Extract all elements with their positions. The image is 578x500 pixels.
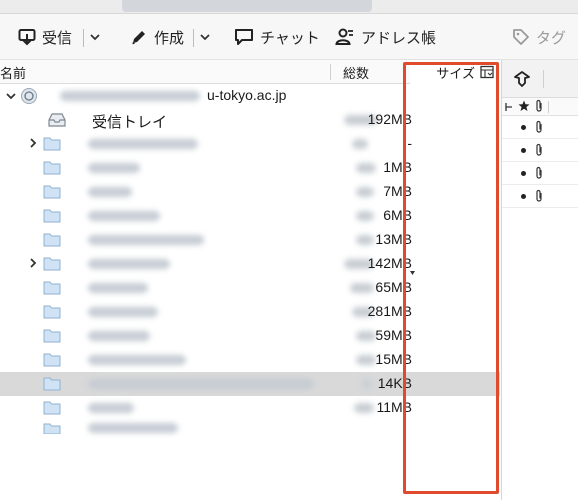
- message-row[interactable]: [502, 162, 578, 185]
- attachment-icon: [534, 143, 544, 157]
- blurred-count: [356, 355, 376, 365]
- message-list-pane: [501, 60, 578, 500]
- toolbar-separator: [193, 29, 194, 47]
- account-host: u-tokyo.ac.jp: [207, 87, 287, 103]
- attachment-icon: [534, 120, 544, 134]
- write-button[interactable]: 作成: [130, 14, 184, 60]
- folder-label: 受信トレイ: [92, 114, 168, 131]
- blurred-folder-name: [88, 187, 132, 197]
- attachment-icon[interactable]: [534, 99, 544, 113]
- chevron-right-icon[interactable]: [27, 137, 39, 149]
- quick-filter-pin-icon[interactable]: [513, 71, 531, 87]
- chevron-down-icon: [198, 31, 212, 47]
- chat-button[interactable]: チャット: [234, 14, 320, 60]
- chevron-right-icon[interactable]: [27, 257, 39, 269]
- dot-icon: [521, 171, 526, 176]
- tag-label: タグ: [536, 29, 567, 47]
- toolbar-separator: [83, 29, 84, 47]
- blurred-folder-name: [88, 163, 140, 173]
- blurred-count: [356, 163, 376, 173]
- main-toolbar: 受信 作成 チャット アドレス帳 タグ: [0, 14, 578, 60]
- chat-label: チャット: [260, 29, 320, 47]
- folder-icon: [43, 160, 61, 175]
- column-header-total[interactable]: 総数: [343, 63, 369, 82]
- star-icon[interactable]: [518, 100, 530, 112]
- blurred-count: [362, 379, 372, 389]
- message-list-toolbar: [502, 60, 578, 98]
- tag-icon: [512, 28, 530, 46]
- blurred-folder-name: [88, 307, 158, 317]
- folder-icon: [43, 352, 61, 367]
- blurred-folder-name: [88, 235, 204, 245]
- inbox-icon: [47, 111, 67, 129]
- dot-icon: [521, 148, 526, 153]
- blurred-folder-name: [88, 403, 134, 413]
- folder-icon: [43, 208, 61, 223]
- blurred-account-name: [60, 91, 200, 101]
- dot-icon: [521, 194, 526, 199]
- write-label: 作成: [154, 29, 185, 47]
- message-list-columns: [502, 98, 578, 116]
- blurred-count: [356, 331, 376, 341]
- column-divider: [548, 101, 549, 113]
- blurred-folder-name: [88, 259, 170, 269]
- blurred-folder-name: [88, 423, 178, 433]
- folder-icon: [43, 400, 61, 415]
- column-header-name[interactable]: 名前: [0, 63, 26, 82]
- pencil-icon: [130, 28, 148, 46]
- folder-icon: [43, 136, 61, 151]
- get-mail-icon: [18, 28, 36, 46]
- thread-icon[interactable]: [504, 101, 514, 113]
- folder-icon: [43, 376, 61, 391]
- folder-icon: [43, 280, 61, 295]
- get-messages-button[interactable]: 受信: [18, 14, 72, 60]
- get-messages-dropdown[interactable]: [88, 30, 102, 44]
- blurred-folder-name: [88, 331, 150, 341]
- window-tab-strip: [0, 0, 578, 14]
- blurred-folder-name: [88, 379, 314, 389]
- address-book-button[interactable]: アドレス帳: [335, 14, 436, 60]
- dot-icon: [521, 125, 526, 130]
- blurred-count: [352, 139, 368, 149]
- blurred-folder-name: [88, 355, 186, 365]
- blurred-count: [356, 235, 374, 245]
- blurred-count: [356, 211, 374, 221]
- column-divider: [330, 64, 331, 80]
- message-row[interactable]: [502, 116, 578, 139]
- folder-icon: [43, 304, 61, 319]
- folder-icon: [43, 232, 61, 247]
- chat-bubble-icon: [234, 28, 254, 46]
- message-row[interactable]: [502, 139, 578, 162]
- chevron-down-icon[interactable]: [5, 89, 17, 101]
- blurred-count: [350, 283, 374, 293]
- write-dropdown[interactable]: [198, 30, 212, 44]
- chevron-down-icon: [88, 31, 102, 47]
- folder-icon: [43, 184, 61, 199]
- active-tab[interactable]: [122, 0, 372, 12]
- blurred-folder-name: [88, 283, 148, 293]
- folder-icon: [43, 421, 61, 436]
- get-messages-label: 受信: [42, 29, 73, 47]
- folder-icon: [43, 256, 61, 271]
- toolbar-separator: [543, 70, 544, 88]
- folder-icon: [43, 328, 61, 343]
- folder-column-header: 名前 総数: [0, 60, 410, 84]
- blurred-folder-name: [88, 211, 160, 221]
- attachment-icon: [534, 189, 544, 203]
- size-column-highlight: [403, 62, 499, 494]
- message-row[interactable]: [502, 185, 578, 208]
- blurred-count: [356, 187, 374, 197]
- blurred-folder-name: [88, 139, 198, 149]
- contacts-icon: [335, 28, 355, 46]
- account-icon: [20, 87, 38, 105]
- blurred-count: [354, 403, 374, 413]
- address-book-label: アドレス帳: [361, 29, 437, 47]
- attachment-icon: [534, 166, 544, 180]
- tag-button[interactable]: タグ: [512, 14, 566, 60]
